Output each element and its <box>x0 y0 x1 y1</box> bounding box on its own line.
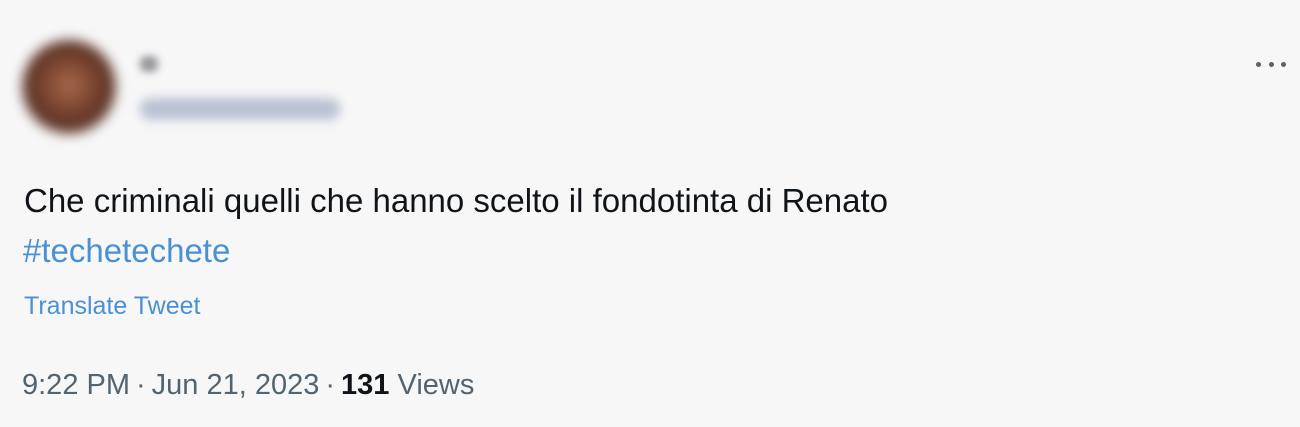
tweet-card: Che criminali quelli che hanno scelto il… <box>0 0 1300 427</box>
views-label: Views <box>397 369 475 401</box>
meta-separator: · <box>136 369 146 401</box>
translate-tweet-link[interactable]: Translate Tweet <box>24 290 200 322</box>
blurred-username[interactable] <box>140 98 340 120</box>
more-dot-icon <box>1256 61 1261 67</box>
views-link[interactable]: 131 Views <box>341 369 474 401</box>
more-dot-icon <box>1281 61 1286 67</box>
blurred-display-name[interactable] <box>140 56 158 72</box>
more-dot-icon <box>1268 61 1274 67</box>
tweet-time: 9:22 PM <box>22 369 130 401</box>
views-count: 131 <box>341 369 390 401</box>
tweet-metadata: 9:22 PM · Jun 21, 2023 · 131 Views <box>22 366 474 404</box>
avatar[interactable] <box>22 40 116 134</box>
tweet-date: Jun 21, 2023 <box>151 369 320 401</box>
meta-separator: · <box>325 369 336 401</box>
tweet-text: Che criminali quelli che hanno scelto il… <box>24 182 889 219</box>
more-options-icon[interactable] <box>1256 54 1286 74</box>
hashtag-link[interactable]: #techetechete <box>23 230 230 272</box>
tweet-time-link[interactable]: 9:22 PM · Jun 21, 2023 <box>22 369 319 401</box>
